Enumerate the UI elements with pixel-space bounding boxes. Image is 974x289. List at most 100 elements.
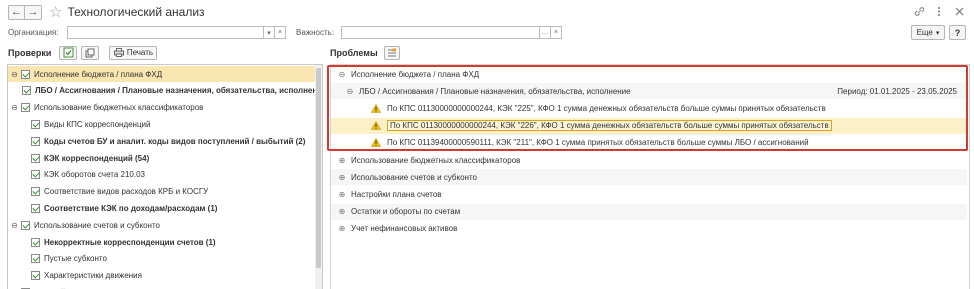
problem-group[interactable]: ⊖ Исполнение бюджета / плана ФХД — [331, 66, 967, 82]
problems-panel-header: Проблемы — [330, 44, 400, 61]
check-tree-item-label: Виды КПС корреспонденций — [44, 119, 151, 129]
check-tree-item-label: Пустые субконто — [44, 254, 107, 264]
problem-subgroup[interactable]: ⊖ ЛБО / Ассигнования / Плановые назначени… — [331, 83, 967, 100]
print-button[interactable]: Печать — [109, 45, 158, 60]
copy-button[interactable] — [81, 45, 100, 60]
more-vertical-icon[interactable] — [932, 4, 946, 18]
expand-icon[interactable]: ⊕ — [337, 173, 347, 182]
problem-group[interactable]: ⊕ Учет нефинансовых активов — [331, 221, 967, 237]
chevron-down-icon: ▾ — [935, 29, 940, 37]
checkbox[interactable] — [21, 103, 30, 113]
favorite-star-icon[interactable]: ☆ — [49, 5, 62, 20]
clear-icon: × — [277, 29, 283, 36]
expand-icon[interactable]: ⊕ — [337, 224, 347, 233]
problems-settings-button[interactable] — [383, 45, 400, 60]
check-tree-item[interactable]: ⊕Настройки плана счетов — [8, 284, 316, 289]
problem-group[interactable]: ⊕ Настройки плана счетов — [331, 186, 967, 202]
checks-panel-header: Проверки Печать — [8, 44, 158, 61]
problem-group-label: Остатки и обороты по счетам — [351, 207, 461, 217]
problem-group-label: Учет нефинансовых активов — [351, 224, 458, 234]
warning-icon — [370, 120, 382, 130]
problems-list: ⊖ Исполнение бюджета / плана ФХД ⊖ ЛБО / Ас… — [330, 64, 970, 289]
checkbox[interactable] — [31, 153, 40, 163]
forward-button[interactable]: → — [25, 4, 42, 20]
expand-icon[interactable]: ⊕ — [337, 207, 347, 216]
filter-row: Организация: ▾ × Важность: … × Еще ▾ ? — [0, 24, 974, 42]
check-tree-item[interactable]: КЭК корреспонденций (54) — [8, 150, 316, 166]
check-tree-item-label: ЛБО / Ассигнования / Плановые назначения… — [35, 86, 318, 96]
check-tree-item[interactable]: ⊖ Исполнение бюджета / плана ФХД — [8, 66, 316, 82]
problem-group-label: Использование счетов и субконто — [351, 172, 477, 182]
checkbox[interactable] — [22, 86, 31, 96]
check-tree-item[interactable]: Соответствие КЭК по доходам/расходам (1) — [8, 200, 316, 216]
link-icon[interactable] — [912, 4, 926, 18]
organization-clear-button[interactable]: × — [275, 26, 286, 39]
check-tree-item[interactable]: Пустые субконто — [8, 251, 316, 267]
check-tree-item[interactable]: Виды КПС корреспонденций — [8, 116, 316, 132]
check-tree-item[interactable]: Характеристики движения — [8, 268, 316, 284]
check-tree-item[interactable]: Коды счетов БУ и аналит. коды видов пост… — [8, 133, 316, 149]
period-label: Период: 01.01.2025 - 23.05.2025 — [837, 86, 957, 96]
check-tree-item-label: Соответствие видов расходов КРБ и КОСГУ — [44, 187, 209, 197]
expand-icon[interactable]: ⊕ — [337, 190, 347, 199]
page-title: Технологический анализ — [67, 5, 205, 19]
checkbox[interactable] — [31, 271, 40, 281]
problem-group[interactable]: ⊕ Использование счетов и субконто — [331, 169, 967, 186]
organization-field[interactable] — [67, 26, 264, 39]
close-icon[interactable] — [952, 4, 966, 18]
checks-scrollbar[interactable] — [315, 65, 322, 289]
problem-group[interactable]: ⊕ Остатки и обороты по счетам — [331, 203, 967, 220]
problem-group[interactable]: ⊕ Использование бюджетных классификаторов — [331, 152, 967, 168]
checkbox[interactable] — [31, 254, 40, 264]
check-tree-item[interactable]: ⊖ Использование бюджетных классификаторов — [8, 100, 316, 116]
importance-clear-button[interactable]: × — [551, 26, 562, 39]
checkbox[interactable] — [31, 136, 40, 146]
checkbox[interactable] — [31, 203, 40, 213]
problem-item[interactable]: По КПС 01130000000000244, КЭК "226", КФО… — [331, 117, 967, 134]
check-tree-item[interactable]: ⊖ Использование счетов и субконто — [8, 217, 316, 233]
help-button[interactable]: ? — [949, 25, 966, 40]
checkbox[interactable] — [21, 220, 30, 230]
list-settings-icon — [387, 48, 396, 56]
checkbox[interactable] — [31, 237, 40, 247]
arrow-right-icon: → — [27, 6, 39, 18]
organization-dropdown-button[interactable]: ▾ — [264, 26, 275, 39]
check-tree-item-label: Использование счетов и субконто — [34, 220, 160, 230]
check-tree-item[interactable]: КЭК оборотов счета 210.03 — [8, 167, 316, 183]
problem-item[interactable]: По КПС 01130000000000244, КЭК "225", КФО… — [331, 100, 967, 116]
checkbox[interactable] — [31, 119, 40, 129]
collapse-icon[interactable]: ⊖ — [337, 70, 347, 79]
checks-panel-title: Проверки — [8, 47, 52, 58]
organization-label: Организация: — [8, 28, 59, 37]
check-tree-item-label: Некорректные корреспонденции счетов (1) — [44, 237, 216, 247]
scrollbar-thumb[interactable] — [316, 68, 321, 268]
run-checks-button[interactable] — [59, 45, 78, 60]
check-tree-item[interactable]: Некорректные корреспонденции счетов (1) — [8, 234, 316, 250]
problem-item-label: По КПС 01130000000000244, КЭК "225", КФО… — [387, 103, 826, 113]
importance-field[interactable] — [341, 26, 540, 39]
importance-label: Важность: — [296, 28, 335, 37]
more-button[interactable]: Еще ▾ — [911, 25, 945, 40]
back-button[interactable]: ← — [8, 4, 25, 20]
collapse-icon[interactable]: ⊖ — [10, 221, 19, 230]
checkbox[interactable] — [31, 187, 40, 197]
problem-group-label: Настройки плана счетов — [351, 189, 442, 199]
copy-icon — [85, 48, 95, 57]
checkbox[interactable] — [31, 170, 40, 180]
warning-icon — [370, 138, 382, 148]
check-tree-item-label: Соответствие КЭК по доходам/расходам (1) — [44, 203, 218, 213]
problem-item[interactable]: По КПС 01139400000590111, КЭК "211", КФО… — [331, 135, 967, 151]
collapse-icon[interactable]: ⊖ — [345, 87, 355, 96]
collapse-icon[interactable]: ⊖ — [10, 70, 19, 79]
chevron-down-icon: ▾ — [267, 29, 271, 37]
check-tree-item[interactable]: ЛБО / Ассигнования / Плановые назначения… — [8, 83, 318, 99]
collapse-icon[interactable]: ⊖ — [10, 103, 19, 112]
title-bar: ← → ☆ Технологический анализ — [0, 0, 974, 24]
run-check-icon — [63, 47, 74, 58]
problems-panel-title: Проблемы — [330, 47, 378, 58]
problem-item-label: По КПС 01139400000590111, КЭК "211", КФО… — [387, 138, 809, 148]
expand-icon[interactable]: ⊕ — [337, 156, 347, 165]
importance-select-button[interactable]: … — [540, 26, 551, 39]
check-tree-item[interactable]: Соответствие видов расходов КРБ и КОСГУ — [8, 184, 316, 200]
checkbox[interactable] — [21, 69, 30, 79]
